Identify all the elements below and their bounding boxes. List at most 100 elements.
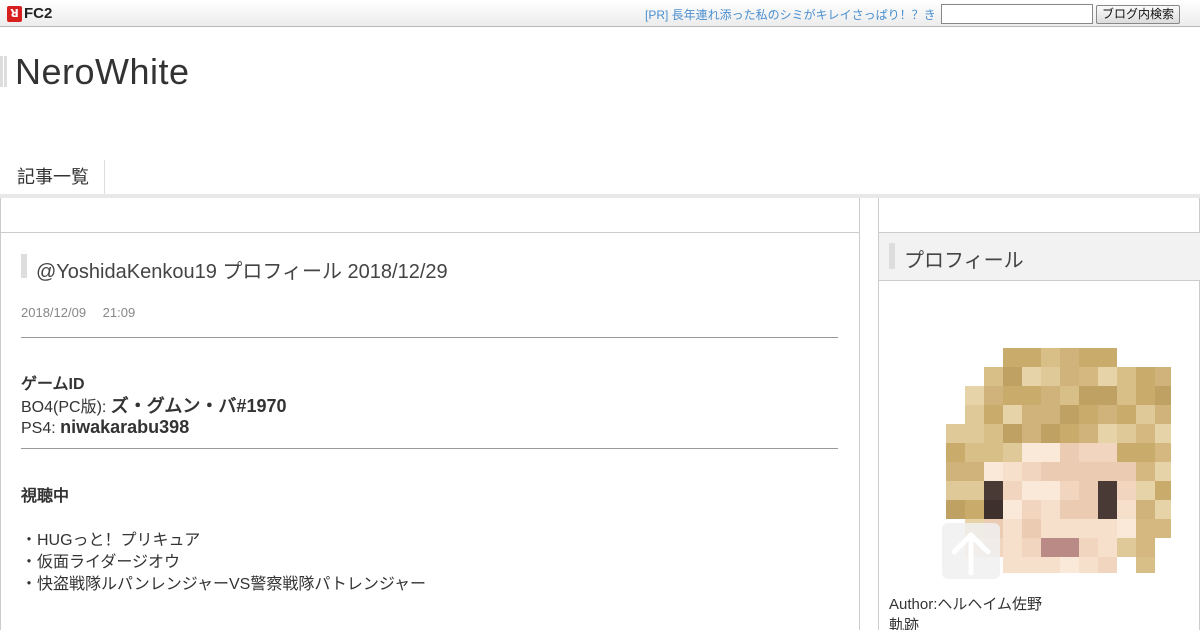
ps4-label: PS4: <box>21 420 61 437</box>
avatar-pixel <box>1098 481 1117 500</box>
avatar-pixel <box>1079 500 1098 519</box>
avatar-pixel <box>984 500 1003 519</box>
avatar-pixel <box>1136 405 1155 424</box>
avatar-pixel <box>1022 557 1041 573</box>
avatar-pixel <box>1060 367 1079 386</box>
global-nav: 記事一覧 <box>0 160 1200 198</box>
avatar-pixel <box>946 481 965 500</box>
avatar-pixel <box>984 481 1003 500</box>
avatar-pixel <box>1041 557 1060 573</box>
avatar-pixel <box>1079 519 1098 538</box>
avatar-pixel <box>1003 367 1022 386</box>
avatar-pixel <box>1041 538 1060 557</box>
scroll-to-top-button[interactable] <box>942 523 1000 579</box>
avatar-pixel <box>1003 462 1022 481</box>
avatar-pixel <box>1022 348 1041 367</box>
main-top-divider <box>0 232 860 233</box>
avatar-pixel <box>1136 519 1155 538</box>
avatar-pixel <box>1041 348 1060 367</box>
profile-heading-accent <box>889 243 895 269</box>
avatar-pixel <box>1136 462 1155 481</box>
avatar-pixel <box>1136 500 1155 519</box>
avatar-pixel <box>965 481 984 500</box>
main-column-right-border <box>859 198 860 630</box>
avatar-pixel <box>1117 519 1136 538</box>
avatar-pixel <box>1041 367 1060 386</box>
avatar-pixel <box>946 462 965 481</box>
avatar-pixel <box>1060 462 1079 481</box>
blog-search-input[interactable] <box>941 4 1093 24</box>
avatar-pixel <box>1098 519 1117 538</box>
avatar-pixel <box>1079 443 1098 462</box>
avatar-pixel <box>1022 367 1041 386</box>
avatar-pixel <box>1003 386 1022 405</box>
avatar-pixel <box>1079 386 1098 405</box>
avatar-pixel <box>1041 424 1060 443</box>
avatar-pixel <box>1060 538 1079 557</box>
avatar-pixel <box>1022 500 1041 519</box>
title-accent-bar <box>0 56 7 87</box>
profile-author: Author:ヘルヘイム佐野 <box>889 596 1043 613</box>
avatar-pixel <box>1136 538 1155 557</box>
watching-item: ・HUGっと！プリキュア <box>21 532 201 549</box>
avatar-pixel <box>1003 519 1022 538</box>
watching-item: ・仮面ライダージオウ <box>21 554 181 571</box>
avatar-pixel <box>1079 405 1098 424</box>
bo4-value: ズ・グムン・バ#1970 <box>110 396 287 416</box>
avatar-pixel <box>1060 443 1079 462</box>
avatar-pixel <box>1060 557 1079 573</box>
avatar-pixel <box>1003 443 1022 462</box>
avatar-pixel <box>1060 348 1079 367</box>
watching-heading: 視聴中 <box>21 488 70 505</box>
avatar-pixel <box>1098 367 1117 386</box>
avatar-pixel <box>1136 386 1155 405</box>
avatar-pixel <box>1079 424 1098 443</box>
nav-item-article-list[interactable]: 記事一覧 <box>0 160 105 194</box>
post-title-accent <box>21 254 27 278</box>
avatar-pixel <box>1041 443 1060 462</box>
post-title[interactable]: @YoshidaKenkou19 プロフィール 2018/12/29 <box>36 255 448 284</box>
avatar-pixel <box>1098 538 1117 557</box>
avatar-pixel <box>1136 367 1155 386</box>
avatar-pixel <box>1041 500 1060 519</box>
avatar-pixel <box>984 367 1003 386</box>
avatar-pixel <box>1022 405 1041 424</box>
avatar-pixel <box>1003 348 1022 367</box>
ps4-value: niwakarabu398 <box>60 417 190 437</box>
avatar-pixel <box>1041 462 1060 481</box>
avatar-pixel <box>1022 481 1041 500</box>
avatar-pixel <box>984 462 1003 481</box>
avatar-pixel <box>984 405 1003 424</box>
fc2-logo[interactable]: ꓤ FC2 <box>7 5 52 22</box>
main-column-left-border <box>0 198 1 630</box>
blog-title[interactable]: NeroWhite <box>15 51 190 93</box>
avatar-pixel <box>1155 519 1171 538</box>
avatar-pixel <box>984 424 1003 443</box>
avatar-pixel <box>1060 481 1079 500</box>
avatar-pixel <box>1041 519 1060 538</box>
fc2-logo-text: FC2 <box>24 5 53 22</box>
avatar-pixel <box>1079 538 1098 557</box>
avatar-pixel <box>1079 481 1098 500</box>
avatar-pixel <box>1041 405 1060 424</box>
pr-ad-link[interactable]: [PR] 長年連れ添った私のシミがキレイさっぱり！？き <box>645 6 936 23</box>
avatar-pixel <box>1117 424 1136 443</box>
avatar-pixel <box>1060 405 1079 424</box>
avatar-pixel <box>1079 557 1098 573</box>
fc2-logo-icon: ꓤ <box>7 5 22 22</box>
profile-kiseki: 軌跡 <box>889 617 920 630</box>
avatar-pixel <box>1098 405 1117 424</box>
avatar-pixel <box>1155 481 1171 500</box>
avatar-pixel <box>1041 481 1060 500</box>
blog-search-button[interactable]: ブログ内検索 <box>1096 5 1180 24</box>
bo4-id-line: BO4(PC版): ズ・グムン・バ#1970 <box>21 392 287 418</box>
avatar-pixel <box>1136 481 1155 500</box>
avatar-pixel <box>1117 386 1136 405</box>
avatar-pixel <box>946 443 965 462</box>
avatar-pixel <box>946 424 965 443</box>
post-divider <box>21 337 838 338</box>
avatar-pixel <box>1098 443 1117 462</box>
avatar-pixel <box>946 500 965 519</box>
avatar-pixel <box>1098 462 1117 481</box>
profile-heading: プロフィール <box>904 250 1024 272</box>
